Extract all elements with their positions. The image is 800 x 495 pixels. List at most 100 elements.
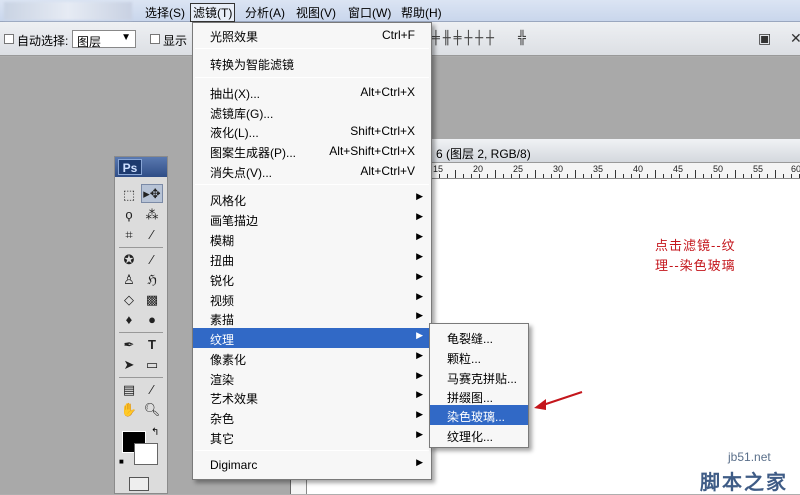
menu-item-label: 视频 xyxy=(210,294,235,308)
workspace-icon[interactable]: ▣ xyxy=(758,30,778,48)
submenu-item-texturizer[interactable]: 纹理化... xyxy=(430,425,528,445)
dodge-tool-icon[interactable]: ● xyxy=(141,310,163,329)
menu-analysis[interactable]: 分析(A) xyxy=(245,4,285,21)
menu-select[interactable]: 选择(S) xyxy=(145,4,185,21)
menu-item-blur[interactable]: 模糊 ▶ xyxy=(193,229,431,249)
ruler-label: 40 xyxy=(633,164,644,174)
menu-item-last-filter[interactable]: 光照效果 Ctrl+F xyxy=(193,25,431,45)
menu-item-brush-strokes[interactable]: 画笔描边 ▶ xyxy=(193,209,431,229)
magic-wand-icon[interactable]: ⁂ xyxy=(141,205,163,224)
submenu-item-grain[interactable]: 颗粒... xyxy=(430,347,528,367)
shape-tool-icon[interactable]: ▭ xyxy=(141,355,163,374)
quick-mask-button[interactable] xyxy=(129,477,149,491)
type-tool-icon[interactable]: T xyxy=(141,335,163,354)
submenu-arrow-icon: ▶ xyxy=(416,350,423,360)
default-colors-icon[interactable]: ■ xyxy=(119,457,124,466)
submenu-item-patchwork[interactable]: 拼缀图... xyxy=(430,386,528,406)
menu-item-shortcut: Alt+Ctrl+V xyxy=(360,164,415,178)
ruler-tick xyxy=(551,174,552,178)
menu-item-digimarc[interactable]: Digimarc ▶ xyxy=(193,455,431,475)
align-icons[interactable]: ╪╫╪┼┼┼ xyxy=(432,31,497,46)
pen-tool-icon[interactable]: ✒ xyxy=(118,335,140,354)
ruler-tick xyxy=(511,174,512,178)
menu-separator xyxy=(195,450,429,451)
lasso-tool-icon[interactable]: ϙ xyxy=(118,205,140,224)
tool-divider xyxy=(119,377,163,378)
menu-item-pixelate[interactable]: 像素化 ▶ xyxy=(193,348,431,368)
menu-view[interactable]: 视图(V) xyxy=(296,4,336,21)
texture-submenu: 龟裂缝... 颗粒... 马赛克拼贴... 拼缀图... 染色玻璃... 纹理化… xyxy=(429,323,529,448)
swap-colors-icon[interactable]: ↰ xyxy=(151,427,159,438)
move-tool-icon[interactable]: ▸✥ xyxy=(141,184,163,203)
brush-tool-icon[interactable]: ∕ xyxy=(141,250,163,269)
layer-select[interactable]: 图层 ▼ xyxy=(72,30,136,49)
hand-tool-icon[interactable]: ✋ xyxy=(118,400,140,419)
path-selection-icon[interactable]: ➤ xyxy=(118,355,140,374)
ruler-tick xyxy=(503,174,504,178)
marquee-tool-icon[interactable]: ⬚ xyxy=(118,185,140,204)
zoom-tool-icon[interactable]: 🔍︎ xyxy=(141,400,163,419)
menu-item-artistic[interactable]: 艺术效果 ▶ xyxy=(193,387,431,407)
menu-item-convert-smart[interactable]: 转换为智能滤镜 xyxy=(193,53,431,73)
ruler-tick xyxy=(767,174,768,178)
history-brush-icon[interactable]: ℌ xyxy=(141,270,163,289)
ruler-tick xyxy=(559,174,560,178)
menu-item-other[interactable]: 其它 ▶ xyxy=(193,427,431,447)
ruler-tick xyxy=(655,170,656,178)
gradient-tool-icon[interactable]: ▩ xyxy=(141,290,163,309)
slice-tool-icon[interactable]: ∕ xyxy=(141,225,163,244)
ruler-tick xyxy=(495,170,496,178)
menu-filter[interactable]: 滤镜(T) xyxy=(190,3,236,22)
menu-item-stylize[interactable]: 风格化 ▶ xyxy=(193,189,431,209)
menu-item-filter-gallery[interactable]: 滤镜库(G)... xyxy=(193,102,431,122)
menu-item-video[interactable]: 视频 ▶ xyxy=(193,289,431,309)
menu-item-pattern-maker[interactable]: 图案生成器(P)... Alt+Shift+Ctrl+X xyxy=(193,141,431,161)
eraser-tool-icon[interactable]: ◇ xyxy=(118,290,140,309)
crop-tool-icon[interactable]: ⌗ xyxy=(118,225,140,244)
menu-item-label: 像素化 xyxy=(210,353,247,367)
ruler-tick xyxy=(727,174,728,178)
menu-item-shortcut: Alt+Ctrl+X xyxy=(360,85,415,99)
ruler-tick xyxy=(711,174,712,178)
ruler-tick xyxy=(599,174,600,178)
clone-stamp-icon[interactable]: ♙ xyxy=(118,270,140,289)
menu-item-label: 滤镜库(G)... xyxy=(210,107,274,121)
submenu-item-stained-glass[interactable]: 染色玻璃... xyxy=(430,405,528,425)
notes-tool-icon[interactable]: ▤ xyxy=(118,380,140,399)
submenu-arrow-icon: ▶ xyxy=(416,389,423,399)
menu-window[interactable]: 窗口(W) xyxy=(348,4,391,21)
menu-item-noise[interactable]: 杂色 ▶ xyxy=(193,407,431,427)
submenu-arrow-icon: ▶ xyxy=(416,271,423,281)
tools-panel: Ps ⬚ ▸✥ ϙ ⁂ ⌗ ∕ ✪ ∕ ♙ ℌ ◇ ▩ ♦ ● ✒ T ➤ ▭ … xyxy=(114,156,168,494)
menu-item-sharpen[interactable]: 锐化 ▶ xyxy=(193,269,431,289)
menu-item-render[interactable]: 渲染 ▶ xyxy=(193,368,431,388)
show-transform-checkbox[interactable] xyxy=(150,34,160,44)
blur-tool-icon[interactable]: ♦ xyxy=(118,310,140,329)
menu-item-extract[interactable]: 抽出(X)... Alt+Ctrl+X xyxy=(193,82,431,102)
menu-item-sketch[interactable]: 素描 ▶ xyxy=(193,308,431,328)
menu-item-label: 液化(L)... xyxy=(210,126,259,140)
auto-select-label: 自动选择: xyxy=(17,34,69,48)
menu-item-shortcut: Alt+Shift+Ctrl+X xyxy=(329,144,415,158)
background-color-swatch[interactable] xyxy=(134,443,158,465)
menu-item-distort[interactable]: 扭曲 ▶ xyxy=(193,249,431,269)
menu-item-label: 渲染 xyxy=(210,373,235,387)
menu-item-vanishing-point[interactable]: 消失点(V)... Alt+Ctrl+V xyxy=(193,161,431,181)
healing-brush-icon[interactable]: ✪ xyxy=(118,250,140,269)
submenu-item-label: 纹理化... xyxy=(447,430,494,444)
close-icon[interactable]: ✕ xyxy=(790,30,800,47)
distribute-icon[interactable]: ╬ xyxy=(518,31,529,46)
menu-help[interactable]: 帮助(H) xyxy=(401,4,442,21)
ruler-tick xyxy=(447,174,448,178)
ruler-tick xyxy=(439,174,440,178)
menu-item-liquify[interactable]: 液化(L)... Shift+Ctrl+X xyxy=(193,121,431,141)
submenu-item-craquelure[interactable]: 龟裂缝... xyxy=(430,327,528,347)
menu-item-texture[interactable]: 纹理 ▶ xyxy=(193,328,431,348)
submenu-item-mosaic-tiles[interactable]: 马赛克拼贴... xyxy=(430,367,528,387)
menu-item-label: 纹理 xyxy=(210,333,235,347)
menu-item-label: 其它 xyxy=(210,432,235,446)
submenu-arrow-icon: ▶ xyxy=(416,310,423,320)
eyedropper-icon[interactable]: ∕ xyxy=(141,380,163,399)
tools-header[interactable]: Ps xyxy=(115,157,167,177)
auto-select-checkbox[interactable] xyxy=(4,34,14,44)
